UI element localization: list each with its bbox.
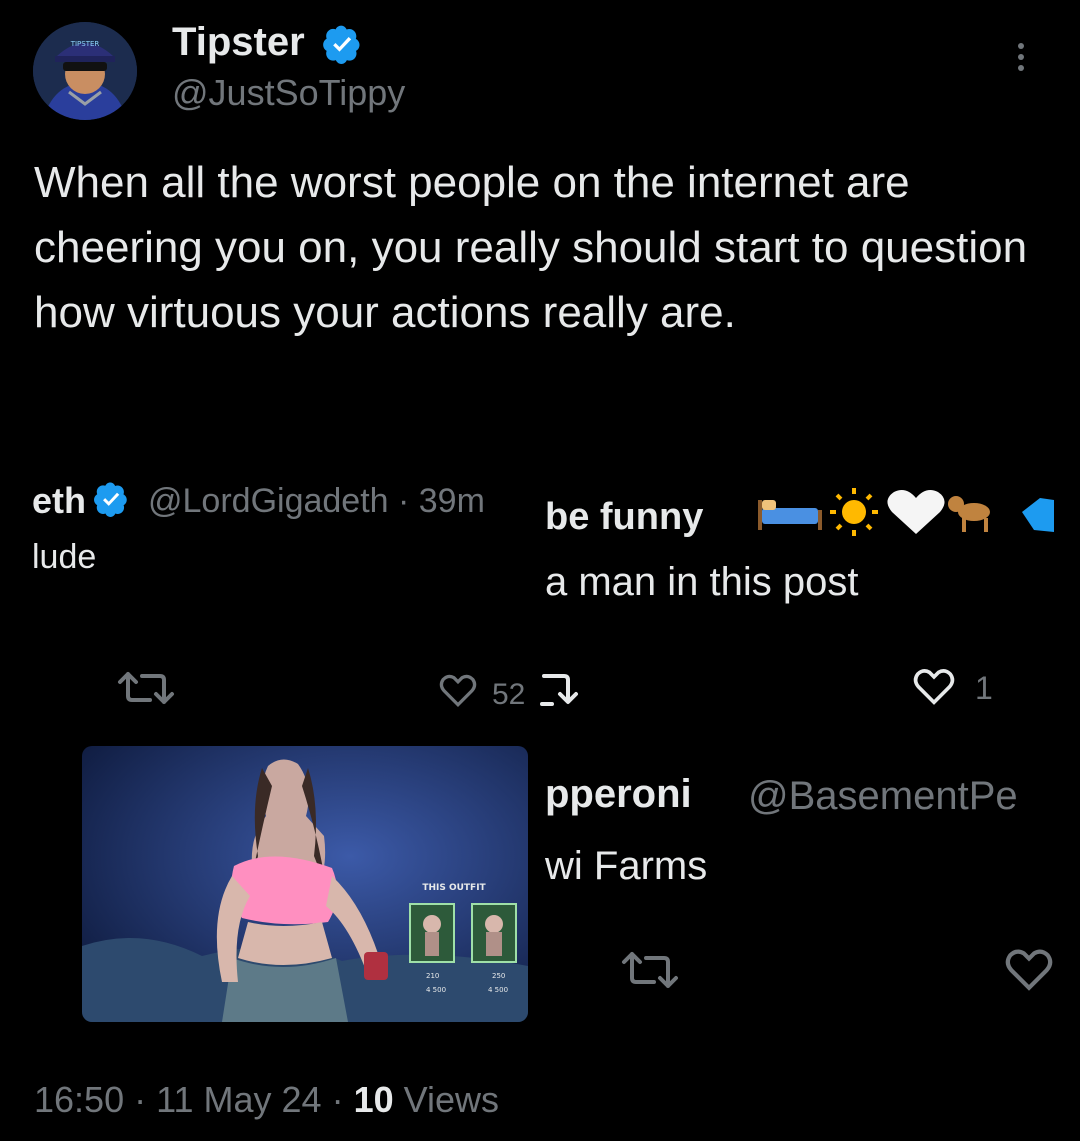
like-icon[interactable] bbox=[912, 666, 956, 706]
game-screenshot[interactable]: THIS OUTFIT 210 4 500 250 4 500 bbox=[82, 746, 528, 1022]
emoji-row-icon bbox=[758, 488, 1054, 536]
reply2-name-fragment: be funny bbox=[545, 496, 704, 538]
reply3-handle-fragment: @BasementPe bbox=[748, 774, 1018, 818]
reply1-name-fragment: eth bbox=[32, 480, 86, 521]
retweet-icon[interactable] bbox=[538, 666, 598, 712]
views-label: Views bbox=[403, 1079, 500, 1120]
svg-text:THIS OUTFIT: THIS OUTFIT bbox=[422, 883, 486, 893]
reply1-text-fragment: lude bbox=[32, 538, 97, 576]
tweet-date: 11 May 24 bbox=[156, 1079, 322, 1120]
like-count: 52 bbox=[492, 678, 526, 711]
retweet-icon[interactable] bbox=[116, 668, 176, 708]
reply3-name-fragment: pperoni bbox=[545, 772, 692, 816]
tweet-media[interactable]: eth @LordGigadeth · 39m lude be funny a … bbox=[0, 470, 1080, 1040]
reply1-handle: @LordGigadeth · 39m bbox=[148, 482, 485, 520]
separator: · bbox=[331, 1079, 344, 1120]
verified-badge-icon bbox=[94, 482, 127, 517]
svg-text:4 500: 4 500 bbox=[426, 986, 446, 994]
author-name[interactable]: Tipster bbox=[172, 20, 305, 65]
svg-text:4 500: 4 500 bbox=[488, 986, 508, 994]
like-icon[interactable] bbox=[438, 672, 478, 708]
svg-text:TIPSTER: TIPSTER bbox=[70, 40, 100, 48]
more-options-icon[interactable] bbox=[1011, 40, 1031, 80]
author-avatar[interactable]: TIPSTER bbox=[33, 22, 137, 120]
separator: · bbox=[134, 1079, 147, 1120]
tweet-meta: 16:50 · 11 May 24 · 10 Views bbox=[34, 1079, 499, 1121]
tweet-time: 16:50 bbox=[34, 1079, 125, 1120]
author-handle[interactable]: @JustSoTippy bbox=[172, 72, 405, 114]
retweet-icon[interactable] bbox=[620, 948, 680, 992]
like-icon[interactable] bbox=[1002, 946, 1056, 992]
svg-text:250: 250 bbox=[492, 972, 505, 980]
like-count: 1 bbox=[975, 670, 993, 706]
reply3-text-fragment: wi Farms bbox=[545, 844, 708, 888]
tweet-text: When all the worst people on the interne… bbox=[34, 158, 1028, 337]
svg-text:210: 210 bbox=[426, 972, 439, 980]
reply2-text-fragment: a man in this post bbox=[545, 560, 859, 604]
views-count: 10 bbox=[353, 1079, 394, 1120]
verified-badge-icon bbox=[323, 25, 360, 64]
